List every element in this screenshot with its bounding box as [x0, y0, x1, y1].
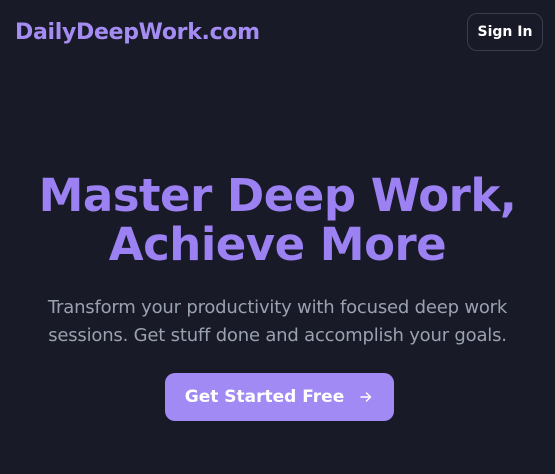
arrow-right-icon — [358, 389, 374, 405]
sign-in-button[interactable]: Sign In — [467, 13, 543, 51]
hero-title: Master Deep Work, Achieve More — [0, 171, 555, 269]
sign-in-label: Sign In — [477, 24, 533, 40]
hero-subtitle: Transform your productivity with focused… — [0, 294, 555, 350]
get-started-label: Get Started Free — [184, 387, 345, 407]
hero-subtitle-line-1: Transform your productivity with focused… — [47, 297, 508, 318]
hero-subtitle-line-2: sessions. Get stuff done and accomplish … — [48, 325, 507, 346]
hero-title-line-2: Achieve More — [108, 218, 447, 271]
hero-title-line-1: Master Deep Work, — [38, 169, 517, 222]
get-started-button[interactable]: Get Started Free — [165, 373, 394, 421]
site-logo-link[interactable]: DailyDeepWork.com — [15, 20, 260, 45]
